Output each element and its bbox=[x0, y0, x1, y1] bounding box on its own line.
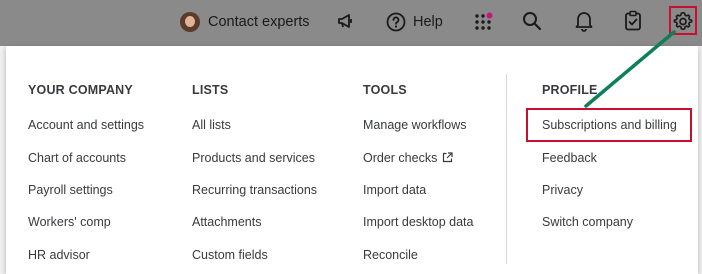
help-button[interactable]: Help bbox=[386, 10, 443, 34]
help-label: Help bbox=[413, 14, 443, 30]
subscriptions-highlight-box bbox=[526, 108, 692, 142]
help-circle-icon bbox=[386, 12, 406, 32]
search-icon[interactable] bbox=[522, 11, 542, 31]
settings-gear-button[interactable] bbox=[669, 6, 697, 35]
column-heading-your-company: YOUR COMPANY bbox=[28, 83, 133, 97]
column-heading-lists: LISTS bbox=[192, 83, 229, 97]
clipboard-icon[interactable] bbox=[624, 10, 642, 32]
menu-item-feedback[interactable]: Feedback bbox=[542, 151, 597, 165]
menu-item-workers-comp[interactable]: Workers' comp bbox=[28, 215, 111, 229]
column-heading-profile: PROFILE bbox=[542, 83, 598, 97]
menu-item-recurring-transactions[interactable]: Recurring transactions bbox=[192, 183, 317, 197]
order-checks-label: Order checks bbox=[363, 151, 438, 165]
avatar bbox=[180, 12, 200, 32]
bell-icon[interactable] bbox=[574, 10, 594, 32]
menu-item-attachments[interactable]: Attachments bbox=[192, 215, 261, 229]
menu-item-manage-workflows[interactable]: Manage workflows bbox=[363, 118, 467, 132]
settings-dropdown-menu: YOUR COMPANY Account and settings Chart … bbox=[6, 46, 698, 274]
apps-notification-badge bbox=[486, 12, 493, 19]
menu-item-payroll-settings[interactable]: Payroll settings bbox=[28, 183, 113, 197]
column-heading-tools: TOOLS bbox=[363, 83, 407, 97]
menu-item-privacy[interactable]: Privacy bbox=[542, 183, 583, 197]
menu-item-import-desktop-data[interactable]: Import desktop data bbox=[363, 215, 473, 229]
menu-item-custom-fields[interactable]: Custom fields bbox=[192, 248, 268, 262]
menu-item-hr-advisor[interactable]: HR advisor bbox=[28, 248, 90, 262]
column-divider bbox=[506, 74, 507, 264]
menu-item-order-checks[interactable]: Order checks bbox=[363, 151, 453, 165]
top-navigation-bar: Contact experts Help bbox=[0, 0, 702, 46]
contact-experts-button[interactable]: Contact experts bbox=[180, 10, 310, 34]
menu-item-reconcile[interactable]: Reconcile bbox=[363, 248, 418, 262]
contact-experts-label: Contact experts bbox=[208, 14, 310, 30]
megaphone-icon[interactable] bbox=[337, 12, 355, 30]
gear-icon bbox=[673, 11, 693, 30]
menu-item-all-lists[interactable]: All lists bbox=[192, 118, 231, 132]
menu-item-products-and-services[interactable]: Products and services bbox=[192, 151, 315, 165]
menu-item-import-data[interactable]: Import data bbox=[363, 183, 426, 197]
menu-item-account-and-settings[interactable]: Account and settings bbox=[28, 118, 144, 132]
menu-item-switch-company[interactable]: Switch company bbox=[542, 215, 633, 229]
apps-grid-icon[interactable] bbox=[474, 12, 494, 32]
menu-item-chart-of-accounts[interactable]: Chart of accounts bbox=[28, 151, 126, 165]
external-link-icon bbox=[443, 152, 453, 163]
